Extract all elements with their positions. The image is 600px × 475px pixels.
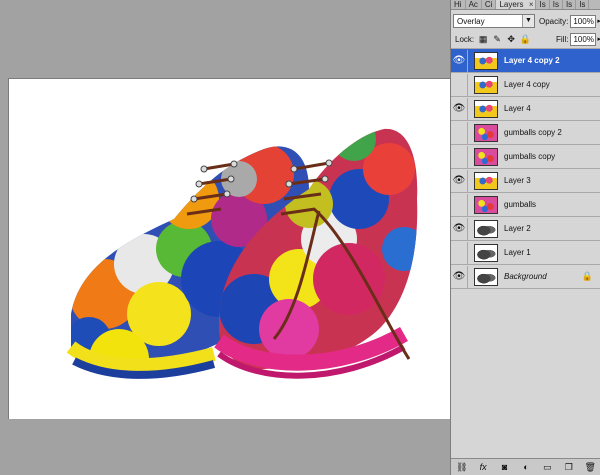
tab-extra-4[interactable]: Is xyxy=(576,0,590,9)
layer-thumbnail xyxy=(474,75,498,94)
tab-actions[interactable]: Ac xyxy=(466,0,482,9)
eye-icon[interactable]: 👁 xyxy=(451,169,468,192)
layer-row[interactable]: 👁 Background 🔒 xyxy=(451,265,600,289)
layer-name: Layer 3 xyxy=(504,176,531,185)
layer-name: Layer 1 xyxy=(504,248,531,257)
adjustment-layer-icon[interactable]: ◐ xyxy=(520,462,532,472)
tab-extra-1[interactable]: Is xyxy=(536,0,550,9)
layer-thumbnail xyxy=(474,123,498,142)
layer-name: Layer 2 xyxy=(504,224,531,233)
delete-layer-icon[interactable]: 🗑 xyxy=(584,462,596,473)
chevron-down-icon: ▼ xyxy=(522,15,534,27)
panel-tab-bar: Hi Ac Ci Layers × Is Is Is Is xyxy=(451,0,600,10)
fill-label: Fill: xyxy=(556,34,569,44)
layer-row[interactable]: Layer 4 copy xyxy=(451,73,600,97)
layer-row[interactable]: 👁 Layer 4 copy 2 xyxy=(451,49,600,73)
link-layers-icon[interactable]: ⛓ xyxy=(456,462,468,473)
tab-layers[interactable]: Layers × xyxy=(496,0,537,9)
layer-name: gumballs xyxy=(504,200,537,209)
opacity-field[interactable]: 100% xyxy=(570,14,597,28)
layer-row[interactable]: gumballs copy xyxy=(451,145,600,169)
layer-name: Layer 4 copy xyxy=(504,80,550,89)
eye-icon[interactable]: 👁 xyxy=(451,217,468,240)
tab-history[interactable]: Hi xyxy=(451,0,466,9)
layer-row[interactable]: Layer 1 xyxy=(451,241,600,265)
layers-bottom-toolbar: ⛓ fx ◙ ◐ ▭ ❐ 🗑 xyxy=(451,458,600,475)
add-mask-icon[interactable]: ◙ xyxy=(499,462,511,472)
tab-layers-label: Layers xyxy=(499,0,524,9)
lock-pixels-icon[interactable]: ✎ xyxy=(492,34,502,44)
eye-icon[interactable] xyxy=(451,145,468,168)
new-group-icon[interactable]: ▭ xyxy=(541,462,553,473)
eye-icon[interactable] xyxy=(451,241,468,264)
layer-row[interactable]: 👁 Layer 3 xyxy=(451,169,600,193)
lock-icon: 🔒 xyxy=(581,271,593,281)
lock-label: Lock: xyxy=(455,34,475,44)
eye-icon[interactable] xyxy=(451,73,468,96)
tab-extra-3[interactable]: Is xyxy=(563,0,577,9)
eye-icon[interactable] xyxy=(451,121,468,144)
layer-row[interactable]: 👁 Layer 4 xyxy=(451,97,600,121)
blend-mode-select[interactable]: Overlay ▼ xyxy=(453,14,535,28)
new-layer-icon[interactable]: ❐ xyxy=(563,462,575,473)
eye-icon[interactable]: 👁 xyxy=(451,97,468,120)
layer-style-icon[interactable]: fx xyxy=(477,462,489,472)
lock-all-icon[interactable]: 🔒 xyxy=(520,34,531,44)
document-canvas[interactable] xyxy=(8,78,451,419)
layer-thumbnail xyxy=(474,243,498,262)
blend-options-row: Overlay ▼ Opacity: 100% ▸ xyxy=(451,12,600,30)
layer-thumbnail xyxy=(474,147,498,166)
document-workspace xyxy=(0,0,451,475)
layer-row[interactable]: gumballs copy 2 xyxy=(451,121,600,145)
layers-panel: Hi Ac Ci Layers × Is Is Is Is Overlay ▼ O… xyxy=(450,0,600,475)
tab-extra-2[interactable]: Is xyxy=(550,0,563,9)
eye-icon[interactable] xyxy=(451,193,468,216)
layer-thumbnail xyxy=(474,171,498,190)
layer-thumbnail xyxy=(474,219,498,238)
layer-name: gumballs copy 2 xyxy=(504,128,562,137)
layer-thumbnail xyxy=(474,99,498,118)
layer-name: Background xyxy=(504,272,547,281)
layer-thumbnail xyxy=(474,195,498,214)
layer-name: gumballs copy xyxy=(504,152,556,161)
tab-channels[interactable]: Ci xyxy=(482,0,497,9)
shoes-artwork xyxy=(66,128,418,379)
layer-name: Layer 4 xyxy=(504,104,531,113)
close-icon[interactable]: × xyxy=(529,0,534,9)
layer-row[interactable]: gumballs xyxy=(451,193,600,217)
opacity-label: Opacity: xyxy=(539,16,569,26)
lock-transparency-icon[interactable]: ▦ xyxy=(478,34,488,44)
lock-position-icon[interactable]: ✥ xyxy=(506,34,516,44)
layers-list: 👁 Layer 4 copy 2 Layer 4 copy 👁 Layer 4 gumba… xyxy=(451,49,600,289)
layer-name: Layer 4 copy 2 xyxy=(504,56,560,65)
eye-icon[interactable]: 👁 xyxy=(451,49,468,72)
layer-row[interactable]: 👁 Layer 2 xyxy=(451,217,600,241)
fill-field[interactable]: 100% xyxy=(570,32,597,46)
eye-icon[interactable]: 👁 xyxy=(451,265,468,288)
lock-options-row: Lock: ▦ ✎ ✥ 🔒 Fill: 100% ▸ xyxy=(451,30,600,49)
blend-mode-value: Overlay xyxy=(457,16,485,26)
layer-thumbnail xyxy=(474,51,498,70)
layer-thumbnail xyxy=(474,267,498,286)
